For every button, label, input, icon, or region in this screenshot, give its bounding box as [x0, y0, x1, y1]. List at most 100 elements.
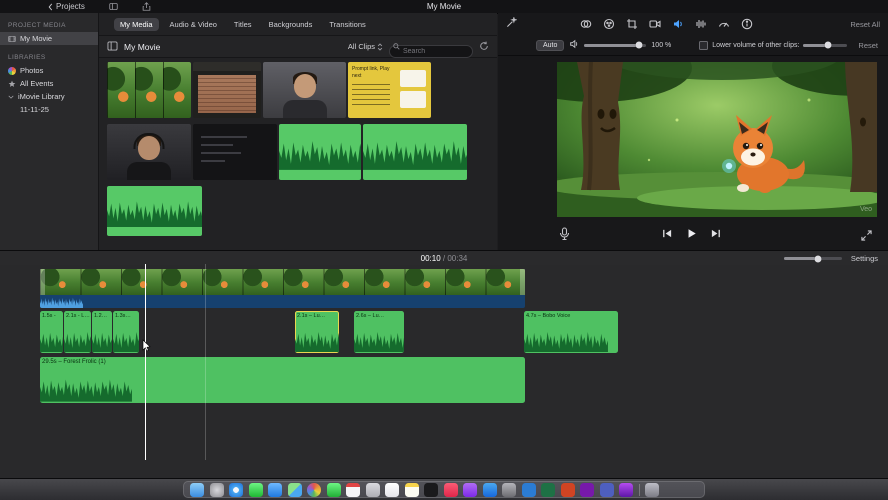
media-clip-slide[interactable]: Prompt link, Play next — [348, 62, 431, 118]
dock-icon-powerpoint[interactable] — [560, 482, 575, 497]
dock-icon-imovie[interactable] — [619, 482, 633, 497]
tab-backgrounds[interactable]: Backgrounds — [263, 18, 319, 31]
playback-controls — [498, 225, 888, 245]
tab-titles[interactable]: Titles — [228, 18, 258, 31]
media-clip-audio-1[interactable] — [279, 124, 361, 180]
color-balance-icon[interactable] — [579, 17, 593, 31]
volume-slider-knob[interactable] — [635, 41, 643, 49]
current-time: 00:10 — [420, 254, 441, 263]
dock-icon-photos[interactable] — [307, 482, 321, 497]
title-bar: Projects My Movie — [0, 0, 888, 14]
timeline-audio-clip-bobo-voice[interactable]: 4.7s – Bobo Voice — [524, 311, 618, 353]
window-layout-icon[interactable] — [109, 2, 118, 11]
sidebar-item-event-date[interactable]: 11-11-25 — [0, 103, 98, 116]
stabilization-icon[interactable] — [648, 17, 662, 31]
clip-filter-dropdown[interactable]: All Clips — [348, 42, 383, 51]
updown-chevron-icon — [377, 42, 383, 51]
lower-volume-checkbox[interactable] — [699, 40, 709, 50]
waveform — [92, 331, 112, 352]
timecode-display: 00:10 / 00:34 — [420, 254, 468, 263]
waveform — [363, 141, 467, 170]
speaker-icon — [569, 36, 579, 54]
dock-icon-app-store[interactable] — [482, 482, 497, 497]
timeline-video-clip[interactable] — [40, 269, 525, 295]
dock-icon-word[interactable] — [521, 482, 536, 497]
timeline-zoom-slider[interactable] — [783, 255, 842, 262]
dock-icon-tv[interactable] — [424, 482, 438, 497]
volume-slider[interactable] — [584, 41, 647, 49]
timeline-audio-clip-2[interactable]: 2.1s - L… — [64, 311, 91, 353]
zoom-slider-knob[interactable] — [814, 255, 822, 262]
dock-icon-music[interactable] — [443, 482, 458, 497]
timeline-audio-clip-6[interactable]: 2.6s – Lu… — [354, 311, 404, 353]
voiceover-mic-icon[interactable] — [558, 227, 571, 246]
sidebar-item-photos[interactable]: Photos — [0, 64, 98, 77]
timeline[interactable]: 1.5s - 2.1s - L… 1.2… 1.3s… 2.1s – Lu… 2… — [0, 264, 888, 479]
dock-icon-facetime[interactable] — [326, 482, 341, 497]
next-frame-button[interactable] — [710, 228, 722, 239]
sidebar-item-imovie-library[interactable]: iMovie Library — [0, 90, 98, 103]
tab-my-media[interactable]: My Media — [114, 17, 159, 31]
auto-volume-button[interactable]: Auto — [536, 39, 565, 51]
lower-volume-slider[interactable] — [803, 41, 848, 49]
clip-info-icon[interactable] — [740, 17, 754, 31]
noise-reduction-icon[interactable] — [694, 17, 708, 31]
refresh-icon[interactable] — [479, 38, 489, 56]
timeline-music-clip-forest-frolic[interactable]: 29.5s – Forest Frolic (1) — [40, 357, 525, 403]
waveform — [279, 141, 361, 170]
timeline-audio-clip-4[interactable]: 1.3s… — [113, 311, 139, 353]
dock-icon-notes[interactable] — [404, 482, 419, 497]
dock-icon-messages[interactable] — [248, 482, 263, 497]
mouse-cursor — [142, 339, 151, 352]
media-clip-audio-2[interactable] — [363, 124, 467, 180]
projects-back-button[interactable]: Projects — [48, 2, 85, 11]
timeline-video-audio-track[interactable] — [40, 295, 525, 308]
media-clip-document[interactable] — [193, 62, 261, 118]
dock-icon-teams[interactable] — [599, 482, 614, 497]
timeline-settings-button[interactable]: Settings — [851, 254, 878, 263]
total-duration: 00:34 — [447, 254, 468, 263]
media-clip-screen-recording[interactable] — [193, 124, 277, 180]
sidebar-item-my-movie[interactable]: My Movie — [0, 32, 98, 45]
media-clip-audio-3[interactable] — [107, 186, 202, 236]
volume-reset-button[interactable]: Reset — [858, 41, 878, 50]
enhance-wand-icon[interactable] — [506, 15, 518, 33]
dock-icon-contacts[interactable] — [365, 482, 380, 497]
dock-icon-onenote[interactable] — [580, 482, 594, 497]
speed-icon[interactable] — [717, 17, 731, 31]
share-icon[interactable] — [142, 2, 151, 11]
dock-icon-maps[interactable] — [287, 482, 302, 497]
timeline-audio-clip-5-selected[interactable]: 2.1s – Lu… — [295, 311, 339, 353]
reset-all-button[interactable]: Reset All — [850, 20, 880, 29]
timeline-audio-clip-3[interactable]: 1.2… — [92, 311, 112, 353]
volume-icon[interactable] — [671, 17, 685, 31]
lower-volume-knob[interactable] — [824, 41, 832, 49]
dock-icon-excel[interactable] — [541, 482, 555, 497]
sidebar-item-all-events[interactable]: All Events — [0, 77, 98, 90]
sidebar-toggle-icon[interactable] — [107, 38, 118, 56]
previous-frame-button[interactable] — [661, 228, 673, 239]
video-preview[interactable]: Veo — [557, 62, 877, 217]
media-clip-talking-head-2[interactable] — [107, 124, 191, 180]
tab-audio-video[interactable]: Audio & Video — [164, 18, 223, 31]
transport-buttons — [661, 228, 722, 239]
waveform — [64, 331, 91, 352]
play-button[interactable] — [685, 228, 698, 239]
dock-icon-podcasts[interactable] — [463, 482, 477, 497]
color-correction-icon[interactable] — [602, 17, 616, 31]
fullscreen-icon[interactable] — [861, 228, 872, 246]
dock-icon-finder[interactable] — [190, 482, 204, 497]
media-clip-talking-head[interactable] — [263, 62, 346, 118]
media-clip-forest-video[interactable] — [107, 62, 191, 118]
dock-icon-trash[interactable] — [645, 482, 659, 497]
playhead[interactable] — [145, 264, 146, 460]
dock-icon-settings[interactable] — [502, 482, 516, 497]
dock-icon-safari[interactable] — [229, 482, 243, 497]
tab-transitions[interactable]: Transitions — [323, 18, 371, 31]
dock-icon-calendar[interactable] — [346, 482, 360, 497]
dock-icon-reminders[interactable] — [385, 482, 399, 497]
dock-icon-mail[interactable] — [268, 482, 282, 497]
crop-icon[interactable] — [625, 17, 639, 31]
timeline-audio-clip-1[interactable]: 1.5s - — [40, 311, 63, 353]
dock-icon-launchpad[interactable] — [209, 482, 224, 497]
